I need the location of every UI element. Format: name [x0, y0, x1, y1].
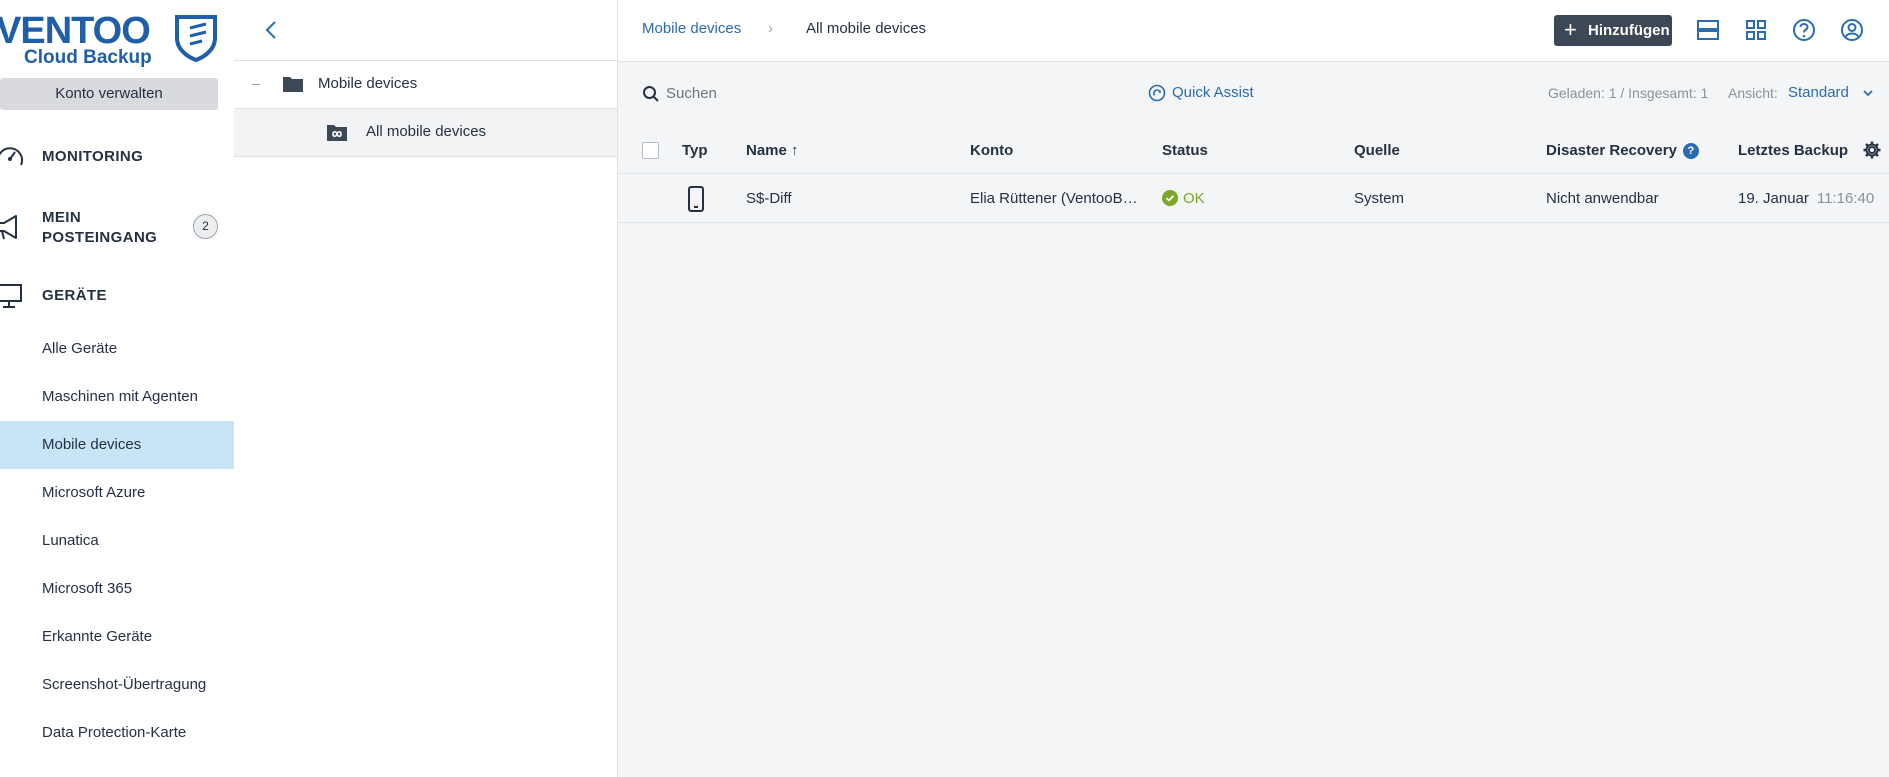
column-header-status[interactable]: Status — [1162, 142, 1208, 159]
top-bar: Mobile devices › All mobile devices + Hi… — [618, 0, 1889, 62]
sidebar-item-mobile-devices[interactable]: Mobile devices — [0, 421, 234, 469]
nav-section-inbox[interactable]: MEIN POSTEINGANG 2 — [0, 203, 234, 251]
breadcrumb-separator: › — [768, 20, 773, 37]
megaphone-icon — [0, 215, 17, 240]
nav-section-label: MONITORING — [42, 148, 144, 165]
grid-view-icon[interactable] — [1742, 16, 1770, 44]
shield-logo-icon — [175, 15, 217, 62]
search-icon — [643, 86, 659, 102]
collapse-toggle[interactable]: – — [252, 75, 266, 91]
list-view-icon[interactable] — [1694, 16, 1722, 44]
column-header-name[interactable]: Name ↑ — [746, 142, 799, 159]
sidebar-item-detected-devices[interactable]: Erkannte Geräte — [0, 613, 234, 661]
help-icon[interactable] — [1790, 16, 1818, 44]
row-disaster-recovery: Nicht anwendbar — [1546, 190, 1659, 207]
column-header-source[interactable]: Quelle — [1354, 142, 1400, 159]
quick-assist-label: Quick Assist — [1172, 84, 1254, 101]
row-last-backup-date: 19. Januar — [1738, 190, 1809, 207]
chevron-down-icon[interactable] — [1862, 87, 1874, 99]
phone-icon — [688, 186, 704, 212]
breadcrumb-mobile-devices[interactable]: Mobile devices — [642, 20, 741, 37]
search-input[interactable] — [666, 82, 866, 104]
tree-header — [234, 0, 617, 61]
plus-icon: + — [1564, 17, 1577, 42]
table-header: Typ Name ↑ Konto Status Quelle Disaster … — [618, 128, 1889, 174]
chevron-left-icon[interactable] — [260, 18, 284, 42]
table-row[interactable]: S$-Diff Elia Rüttener (VentooB… OK Syste… — [618, 175, 1889, 223]
sidebar-item-all-devices[interactable]: Alle Geräte — [0, 325, 234, 373]
column-header-last-backup[interactable]: Letztes Backup — [1738, 142, 1848, 159]
nav-section-devices[interactable]: GERÄTE — [0, 276, 234, 316]
brand-subtitle: Cloud Backup — [24, 47, 152, 68]
speedometer-icon — [0, 147, 23, 166]
add-button[interactable]: + Hinzufügen — [1554, 15, 1672, 46]
tree-node-all-mobile-devices[interactable]: All mobile devices — [234, 109, 617, 157]
dynamic-group-icon — [327, 125, 347, 141]
row-source: System — [1354, 190, 1405, 207]
tree-node-label: Mobile devices — [318, 75, 418, 92]
gear-icon[interactable] — [1862, 140, 1882, 160]
nav-section-label-line1: MEIN — [42, 209, 82, 226]
row-last-backup: 19. Januar 11:16:40 — [1738, 190, 1874, 207]
select-all-checkbox[interactable] — [642, 142, 659, 159]
sidebar-item-machines-with-agents[interactable]: Maschinen mit Agenten — [0, 373, 234, 421]
nav-section-monitoring[interactable]: MONITORING — [0, 137, 234, 177]
device-group-tree: – Mobile devices All mobile devices — [234, 0, 618, 777]
row-last-backup-time: 11:16:40 — [1816, 190, 1875, 207]
view-select[interactable]: Standard — [1788, 84, 1849, 101]
tree-node-label: All mobile devices — [366, 123, 487, 140]
sidebar: VENTOO Cloud Backup Konto verwalten MONI… — [0, 0, 234, 777]
column-header-account[interactable]: Konto — [970, 142, 1013, 159]
column-header-label: Disaster Recovery — [1546, 142, 1677, 159]
question-icon[interactable]: ? — [1682, 143, 1699, 159]
quick-assist-icon — [1148, 84, 1166, 102]
folder-icon — [283, 77, 303, 92]
user-account-icon[interactable] — [1838, 16, 1866, 44]
manage-account-button[interactable]: Konto verwalten — [0, 78, 218, 110]
add-button-label: Hinzufügen — [1588, 22, 1670, 39]
monitor-icon — [0, 284, 22, 308]
check-circle-icon — [1162, 190, 1178, 206]
sidebar-item-lunatica[interactable]: Lunatica — [0, 517, 234, 565]
row-status: OK — [1162, 190, 1205, 207]
row-name: S$-Diff — [746, 190, 792, 207]
row-account: Elia Rüttener (VentooB… — [970, 190, 1138, 207]
loaded-count: Geladen: 1 / Insgesamt: 1 — [1548, 85, 1709, 101]
sidebar-item-screenshot-transfer[interactable]: Screenshot-Übertragung — [0, 661, 234, 709]
nav-section-label-line2: POSTEINGANG — [42, 229, 158, 246]
sidebar-item-microsoft-365[interactable]: Microsoft 365 — [0, 565, 234, 613]
main-content: Mobile devices › All mobile devices + Hi… — [618, 0, 1889, 777]
quick-assist-link[interactable]: Quick Assist — [1148, 84, 1254, 102]
brand-name: VENTOO — [0, 10, 151, 52]
tree-node-mobile-devices[interactable]: – Mobile devices — [234, 61, 617, 109]
view-label: Ansicht: — [1728, 85, 1778, 101]
sidebar-item-data-protection-map[interactable]: Data Protection-Karte — [0, 709, 234, 757]
nav-section-label: GERÄTE — [42, 287, 107, 304]
table-toolbar: Quick Assist Geladen: 1 / Insgesamt: 1 A… — [618, 62, 1889, 124]
brand-logo[interactable]: VENTOO Cloud Backup — [0, 10, 234, 68]
column-header-disaster-recovery[interactable]: Disaster Recovery? — [1546, 142, 1699, 159]
inbox-count-badge: 2 — [193, 214, 218, 239]
row-status-label: OK — [1183, 190, 1205, 207]
column-header-type[interactable]: Typ — [682, 142, 708, 159]
sidebar-item-microsoft-azure[interactable]: Microsoft Azure — [0, 469, 234, 517]
breadcrumb-all-mobile-devices: All mobile devices — [806, 20, 927, 37]
